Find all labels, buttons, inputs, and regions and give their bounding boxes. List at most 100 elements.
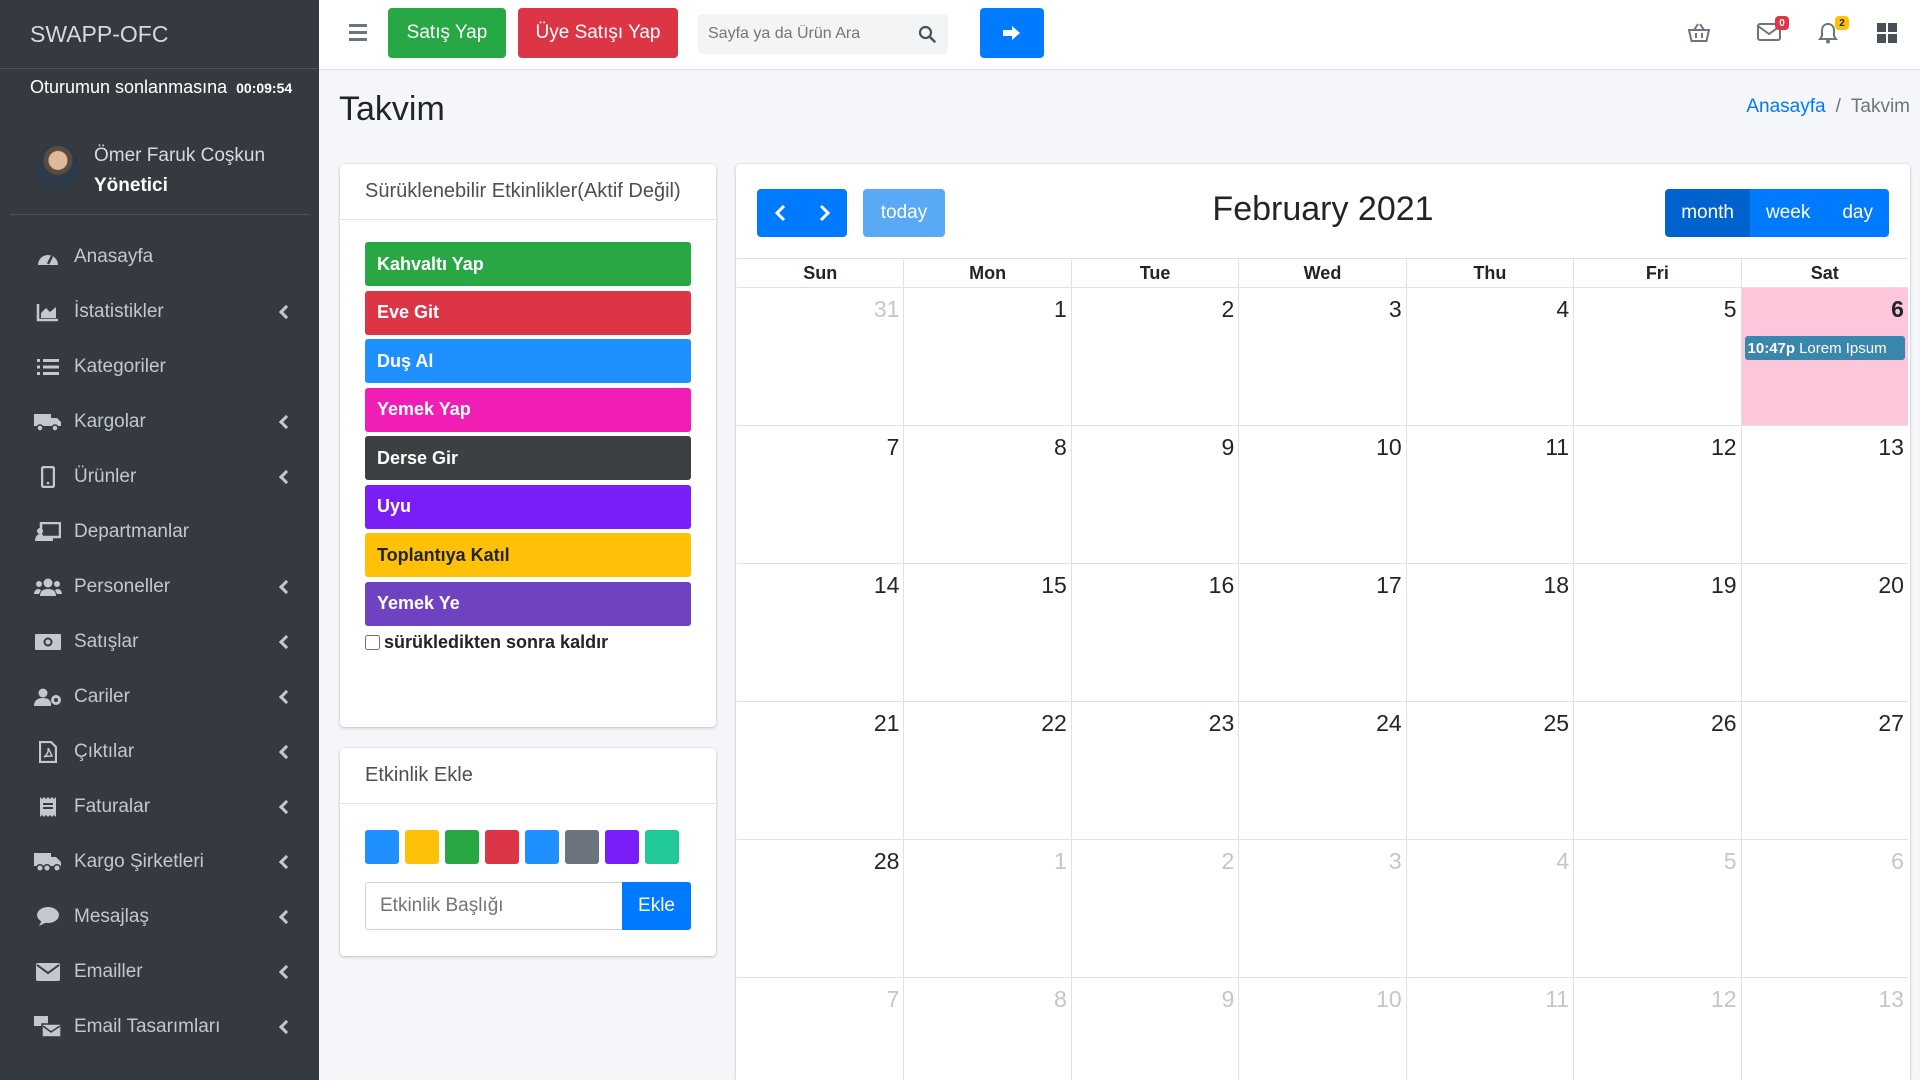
day-cell[interactable]: 11 <box>1407 426 1575 563</box>
day-cell[interactable]: 26 <box>1574 702 1742 839</box>
day-number[interactable]: 12 <box>1711 434 1737 461</box>
day-number[interactable]: 24 <box>1376 710 1402 737</box>
calendar-event[interactable]: 10:47p Lorem Ipsum <box>1744 336 1905 360</box>
event-title-input[interactable] <box>365 882 622 930</box>
day-number[interactable]: 3 <box>1389 848 1402 875</box>
day-cell[interactable]: 18 <box>1407 564 1575 701</box>
view-month-button[interactable]: month <box>1665 189 1750 237</box>
draggable-event[interactable]: Kahvaltı Yap <box>365 242 691 286</box>
sidebar-item-emailler[interactable]: Emailler <box>0 944 319 999</box>
day-cell[interactable]: 12 <box>1574 978 1742 1080</box>
day-number[interactable]: 13 <box>1878 986 1904 1013</box>
avatar[interactable] <box>36 144 80 189</box>
day-cell[interactable]: 19 <box>1574 564 1742 701</box>
sidebar-item-kategoriler[interactable]: Kategoriler <box>0 339 319 394</box>
day-cell[interactable]: 9 <box>1072 978 1240 1080</box>
sell-button[interactable]: Satış Yap <box>388 8 506 58</box>
day-number[interactable]: 14 <box>874 572 900 599</box>
draggable-event[interactable]: Eve Git <box>365 290 691 335</box>
day-cell[interactable]: 27 <box>1742 702 1908 839</box>
day-number[interactable]: 11 <box>1545 986 1569 1013</box>
day-number[interactable]: 6 <box>1891 296 1904 323</box>
day-number[interactable]: 31 <box>874 296 900 323</box>
sidebar-item-i-statistikler[interactable]: İstatistikler <box>0 284 319 339</box>
sidebar-item-departmanlar[interactable]: Departmanlar <box>0 504 319 559</box>
day-number[interactable]: 25 <box>1544 710 1570 737</box>
mail-icon[interactable]: 0 <box>1757 16 1789 46</box>
draggable-event[interactable]: Uyu <box>365 484 691 529</box>
day-number[interactable]: 16 <box>1209 572 1235 599</box>
day-cell[interactable]: 17 <box>1239 564 1407 701</box>
day-cell[interactable]: 22 <box>904 702 1072 839</box>
day-cell[interactable]: 24 <box>1239 702 1407 839</box>
remove-after-drop-checkbox[interactable] <box>365 634 380 650</box>
day-cell[interactable]: 5 <box>1574 840 1742 977</box>
day-cell[interactable]: 11 <box>1407 978 1575 1080</box>
day-number[interactable]: 5 <box>1724 296 1737 323</box>
day-cell[interactable]: 12 <box>1574 426 1742 563</box>
apps-grid-icon[interactable] <box>1876 22 1900 46</box>
color-swatch[interactable] <box>445 830 479 864</box>
day-number[interactable]: 20 <box>1878 572 1904 599</box>
day-number[interactable]: 13 <box>1878 434 1904 461</box>
search-input[interactable] <box>698 14 908 54</box>
day-cell[interactable]: 8 <box>904 426 1072 563</box>
add-event-button[interactable]: Ekle <box>622 882 691 930</box>
day-cell[interactable]: 9 <box>1072 426 1240 563</box>
color-swatch[interactable] <box>605 830 639 864</box>
day-number[interactable]: 7 <box>887 434 900 461</box>
day-cell[interactable]: 1 <box>904 288 1072 425</box>
day-number[interactable]: 8 <box>1054 434 1067 461</box>
day-number[interactable]: 2 <box>1221 848 1234 875</box>
sidebar-item-kargo-şirketleri[interactable]: Kargo Şirketleri <box>0 834 319 889</box>
day-cell[interactable]: 10 <box>1239 978 1407 1080</box>
day-number[interactable]: 27 <box>1878 710 1904 737</box>
day-cell[interactable]: 21 <box>737 702 905 839</box>
day-number[interactable]: 5 <box>1724 848 1737 875</box>
color-swatch[interactable] <box>565 830 599 864</box>
day-number[interactable]: 18 <box>1544 572 1570 599</box>
search-icon[interactable] <box>918 25 936 43</box>
day-cell[interactable]: 13 <box>1742 978 1908 1080</box>
sidebar-item-çıktılar[interactable]: Çıktılar <box>0 724 319 779</box>
day-cell[interactable]: 3 <box>1239 840 1407 977</box>
day-cell[interactable]: 5 <box>1574 288 1742 425</box>
sidebar-item-personeller[interactable]: Personeller <box>0 559 319 614</box>
sidebar-item-kargolar[interactable]: Kargolar <box>0 394 319 449</box>
day-cell[interactable]: 7 <box>737 978 905 1080</box>
breadcrumb-home-link[interactable]: Anasayfa <box>1746 96 1825 117</box>
day-cell[interactable]: 3 <box>1239 288 1407 425</box>
day-number[interactable]: 15 <box>1041 572 1067 599</box>
color-swatch[interactable] <box>645 830 679 864</box>
day-number[interactable]: 19 <box>1711 572 1737 599</box>
color-swatch[interactable] <box>485 830 519 864</box>
day-number[interactable]: 8 <box>1054 986 1067 1013</box>
bell-icon[interactable]: 2 <box>1817 16 1849 46</box>
day-cell[interactable]: 6 <box>1742 840 1908 977</box>
user-panel[interactable]: Ömer Faruk Coşkun Yönetici <box>10 109 309 215</box>
day-cell[interactable]: 23 <box>1072 702 1240 839</box>
day-number[interactable]: 10 <box>1376 986 1402 1013</box>
day-number[interactable]: 6 <box>1891 848 1904 875</box>
brand-logo[interactable]: SWAPP-OFC <box>0 0 319 69</box>
day-cell[interactable]: 10 <box>1239 426 1407 563</box>
day-cell[interactable]: 25 <box>1407 702 1575 839</box>
view-week-button[interactable]: week <box>1750 189 1827 237</box>
day-number[interactable]: 7 <box>887 986 900 1013</box>
day-number[interactable]: 1 <box>1054 296 1067 323</box>
day-number[interactable]: 1 <box>1054 848 1067 875</box>
user-name[interactable]: Ömer Faruk Coşkun <box>94 141 265 171</box>
logout-button[interactable] <box>980 8 1044 58</box>
draggable-event[interactable]: Toplantıya Katıl <box>365 533 691 577</box>
day-cell[interactable]: 14 <box>737 564 905 701</box>
sidebar-item-faturalar[interactable]: Faturalar <box>0 779 319 834</box>
day-number[interactable]: 10 <box>1376 434 1402 461</box>
day-number[interactable]: 2 <box>1221 296 1234 323</box>
day-number[interactable]: 21 <box>874 710 900 737</box>
color-swatch[interactable] <box>405 830 439 864</box>
day-number[interactable]: 9 <box>1221 986 1234 1013</box>
basket-icon[interactable] <box>1687 22 1711 46</box>
day-number[interactable]: 26 <box>1711 710 1737 737</box>
sidebar-item-mesajlaş[interactable]: Mesajlaş <box>0 889 319 944</box>
menu-toggle-icon[interactable] <box>349 24 367 41</box>
